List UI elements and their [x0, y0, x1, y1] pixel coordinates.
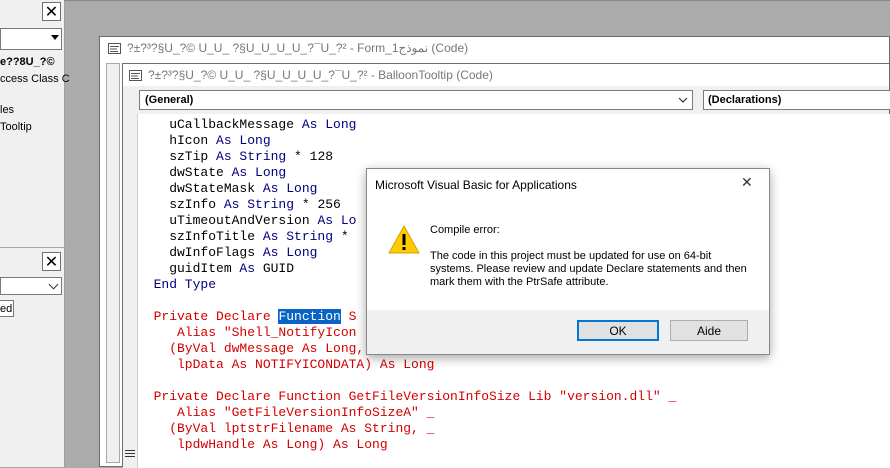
code-token: As Lo	[317, 213, 357, 228]
code-line[interactable]: (ByVal lptstrFilename As String, _	[138, 421, 890, 437]
code-token: dwInfoFlags	[138, 245, 263, 260]
code-token: As	[239, 261, 256, 276]
selected-code-token: Function	[278, 309, 341, 324]
chevron-down-icon	[678, 97, 688, 103]
code-window-icon	[129, 69, 142, 81]
properties-panel: ✕ ed	[0, 248, 65, 467]
code-line[interactable]: uCallbackMessage As Long	[138, 117, 890, 133]
code-token: As Long	[301, 117, 357, 132]
code-token: szTip	[138, 149, 217, 164]
code-line[interactable]: hIcon As Long	[138, 133, 890, 149]
dialog-title: Microsoft Visual Basic for Applications	[375, 178, 577, 192]
project-close-button[interactable]: ✕	[42, 2, 61, 21]
ok-button[interactable]: OK	[577, 320, 659, 341]
project-explorer-panel: ✕ e??8U_?© ccess Class C les Tooltip	[0, 0, 70, 247]
dialog-heading: Compile error:	[430, 224, 500, 236]
object-combo-value: (General)	[145, 94, 194, 106]
code-line[interactable]	[138, 373, 890, 389]
procedure-combo-value: (Declarations)	[708, 94, 782, 106]
code-token: GUID	[255, 261, 295, 276]
code-window-icon	[108, 42, 121, 54]
code-token: End Type	[138, 277, 217, 292]
code-token: *	[333, 229, 349, 244]
chevron-down-icon	[48, 279, 59, 290]
dialog-message: The code in this project must be updated…	[430, 250, 747, 288]
code-line[interactable]: Alias "GetFileVersionInfoSizeA" _	[138, 405, 890, 421]
full-module-view-icon[interactable]	[125, 450, 135, 458]
code-token: As Long	[262, 181, 318, 196]
code-token: Alias "GetFileVersionInfoSizeA" _	[138, 405, 435, 420]
code-token: szInfoTitle	[138, 229, 263, 244]
code-token: dwState	[138, 165, 232, 180]
code-line[interactable]: szTip As String * 128	[138, 149, 890, 165]
code-token: hIcon	[138, 133, 217, 148]
code-line[interactable]: lpData As NOTIFYICONDATA) As Long	[138, 357, 890, 373]
balloon-window-titlebar[interactable]: ?±?³?§U_?© U_U_ ?§U_U_U_U_?¯U_?² - Ballo…	[123, 64, 889, 86]
dialog-footer: OK Aide	[367, 310, 769, 354]
form-window-titlebar[interactable]: ?±?³?§U_?© U_U_ ?§U_U_U_U_?¯U_?² - Form_…	[100, 37, 889, 59]
compile-error-dialog: Microsoft Visual Basic for Applications …	[366, 168, 770, 355]
code-token: As String	[216, 149, 287, 164]
code-token: * 128	[286, 149, 334, 164]
code-token: Private Declare Function GetFileVersionI…	[138, 389, 677, 404]
project-item-modules[interactable]: les	[0, 104, 14, 116]
code-token: (ByVal dwMessage As Long, _	[138, 341, 380, 356]
code-token: Private Declare	[138, 309, 279, 324]
code-margin-bar	[123, 114, 138, 468]
form-window-title: ?±?³?§U_?© U_U_ ?§U_U_U_U_?¯U_?² - Form_…	[127, 41, 469, 55]
code-token: As Long	[216, 133, 271, 148]
project-title: e??8U_?©	[0, 56, 55, 68]
chevron-down-icon	[51, 35, 59, 40]
code-token: guidItem	[138, 261, 240, 276]
code-token: As Long	[231, 165, 287, 180]
project-combo[interactable]	[0, 28, 62, 50]
balloon-window-title: ?±?³?§U_?© U_U_ ?§U_U_U_U_?¯U_?² - Ballo…	[148, 68, 493, 82]
form-code-margin	[106, 63, 120, 463]
code-line[interactable]: lpdwHandle As Long) As Long	[138, 437, 890, 453]
help-button[interactable]: Aide	[670, 320, 748, 341]
properties-close-button[interactable]: ✕	[42, 252, 61, 271]
code-token: As String	[223, 197, 295, 212]
code-token: As String	[262, 229, 334, 244]
code-token: S	[340, 309, 357, 324]
code-token: (ByVal lptstrFilename As String, _	[138, 421, 435, 436]
code-token: uTimeoutAndVersion	[138, 213, 318, 228]
code-token: * 256	[294, 197, 341, 212]
object-combo[interactable]: (General)	[139, 90, 693, 110]
warning-icon	[388, 225, 420, 254]
properties-object-combo[interactable]	[0, 277, 62, 295]
close-icon[interactable]: ✕	[741, 175, 753, 191]
code-token: Alias "Shell_NotifyIcon	[138, 325, 357, 340]
code-line[interactable]: Private Declare Function GetFileVersionI…	[138, 389, 890, 405]
code-token: lpdwHandle As Long) As Long	[138, 437, 388, 452]
code-token: As Long	[262, 245, 318, 260]
code-token: szInfo	[138, 197, 224, 212]
properties-tab[interactable]: ed	[0, 300, 14, 317]
code-token: lpData As NOTIFYICONDATA) As Long	[138, 357, 435, 372]
project-item-access-class[interactable]: ccess Class C	[0, 73, 70, 85]
project-item-tooltip[interactable]: Tooltip	[0, 121, 32, 133]
code-token: uCallbackMessage	[138, 117, 302, 132]
procedure-combo[interactable]: (Declarations)	[703, 90, 890, 110]
code-token: dwStateMask	[138, 181, 263, 196]
properties-tab-label: ed	[0, 303, 13, 315]
mdi-top-border	[64, 0, 890, 1]
